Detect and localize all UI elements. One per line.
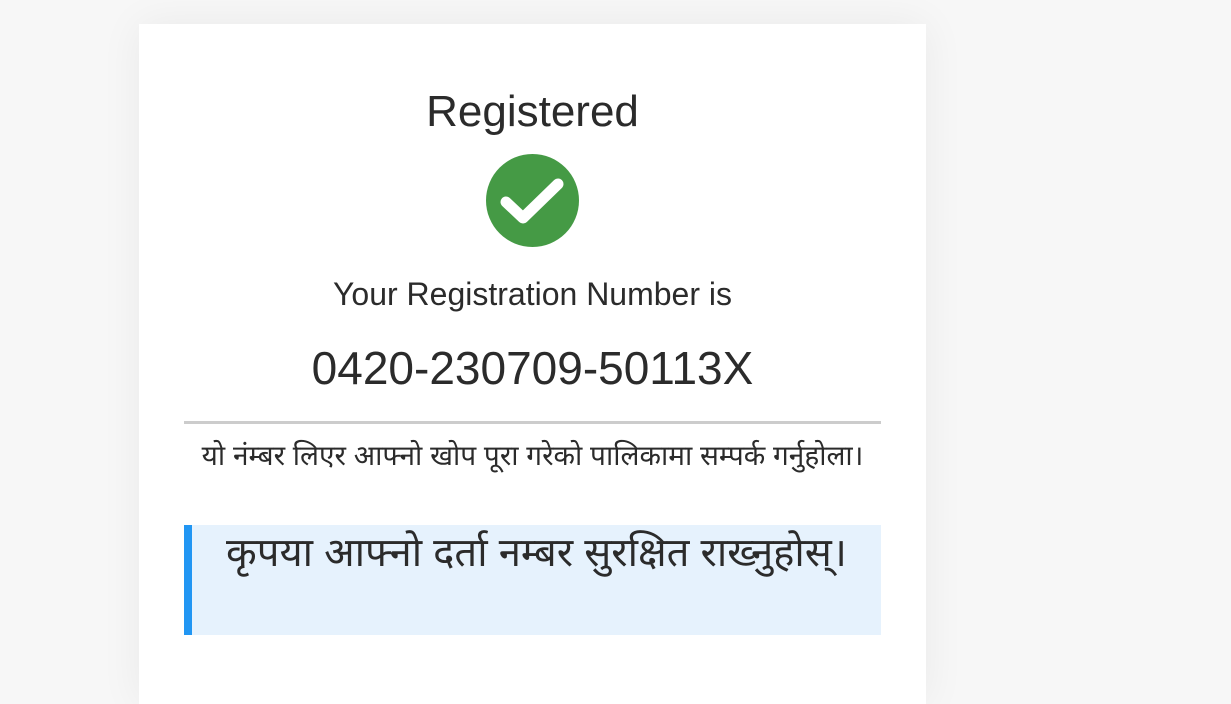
keep-safe-notice-text: कृपया आफ्नो दर्ता नम्बर सुरक्षित राख्नुह… bbox=[226, 531, 847, 575]
registration-number: 0420-230709-50113X bbox=[311, 342, 754, 394]
keep-safe-notice: कृपया आफ्नो दर्ता नम्बर सुरक्षित राख्नुह… bbox=[184, 525, 881, 635]
contact-note: यो नंम्बर लिएर आफ्नो खोप पूरा गरेको पालि… bbox=[201, 440, 864, 471]
registration-result-card: Registered Your Registration Number is 0… bbox=[139, 24, 926, 704]
registration-number-caption: Your Registration Number is bbox=[333, 276, 732, 312]
page-title: Registered bbox=[426, 87, 639, 136]
check-circle-icon bbox=[486, 154, 579, 247]
divider bbox=[184, 421, 881, 424]
